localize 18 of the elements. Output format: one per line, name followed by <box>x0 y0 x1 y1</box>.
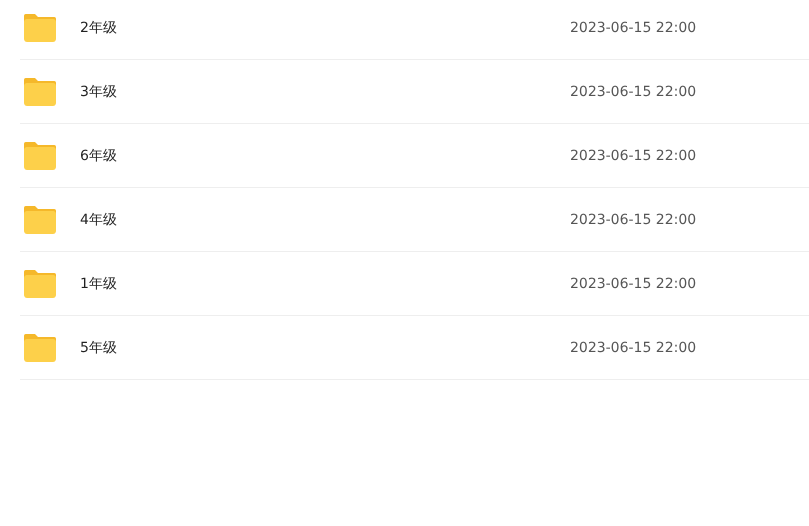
folder-name[interactable]: 3年级 <box>80 82 480 100</box>
modified-date: 2023-06-15 22:00 <box>570 84 696 100</box>
modified-date: 2023-06-15 22:00 <box>570 20 696 36</box>
folder-name[interactable]: 6年级 <box>80 146 480 164</box>
folder-icon <box>24 78 56 106</box>
folder-icon <box>24 270 56 298</box>
modified-date: 2023-06-15 22:00 <box>570 340 696 356</box>
modified-date: 2023-06-15 22:00 <box>570 276 696 292</box>
folder-icon <box>24 206 56 234</box>
folder-icon <box>24 142 56 170</box>
folder-icon <box>24 14 56 42</box>
folder-name[interactable]: 2年级 <box>80 18 480 36</box>
folder-icon <box>24 334 56 362</box>
folder-name[interactable]: 4年级 <box>80 210 480 228</box>
folder-name[interactable]: 1年级 <box>80 274 480 292</box>
modified-date: 2023-06-15 22:00 <box>570 148 696 164</box>
folder-name[interactable]: 5年级 <box>80 338 480 356</box>
modified-date: 2023-06-15 22:00 <box>570 212 696 228</box>
